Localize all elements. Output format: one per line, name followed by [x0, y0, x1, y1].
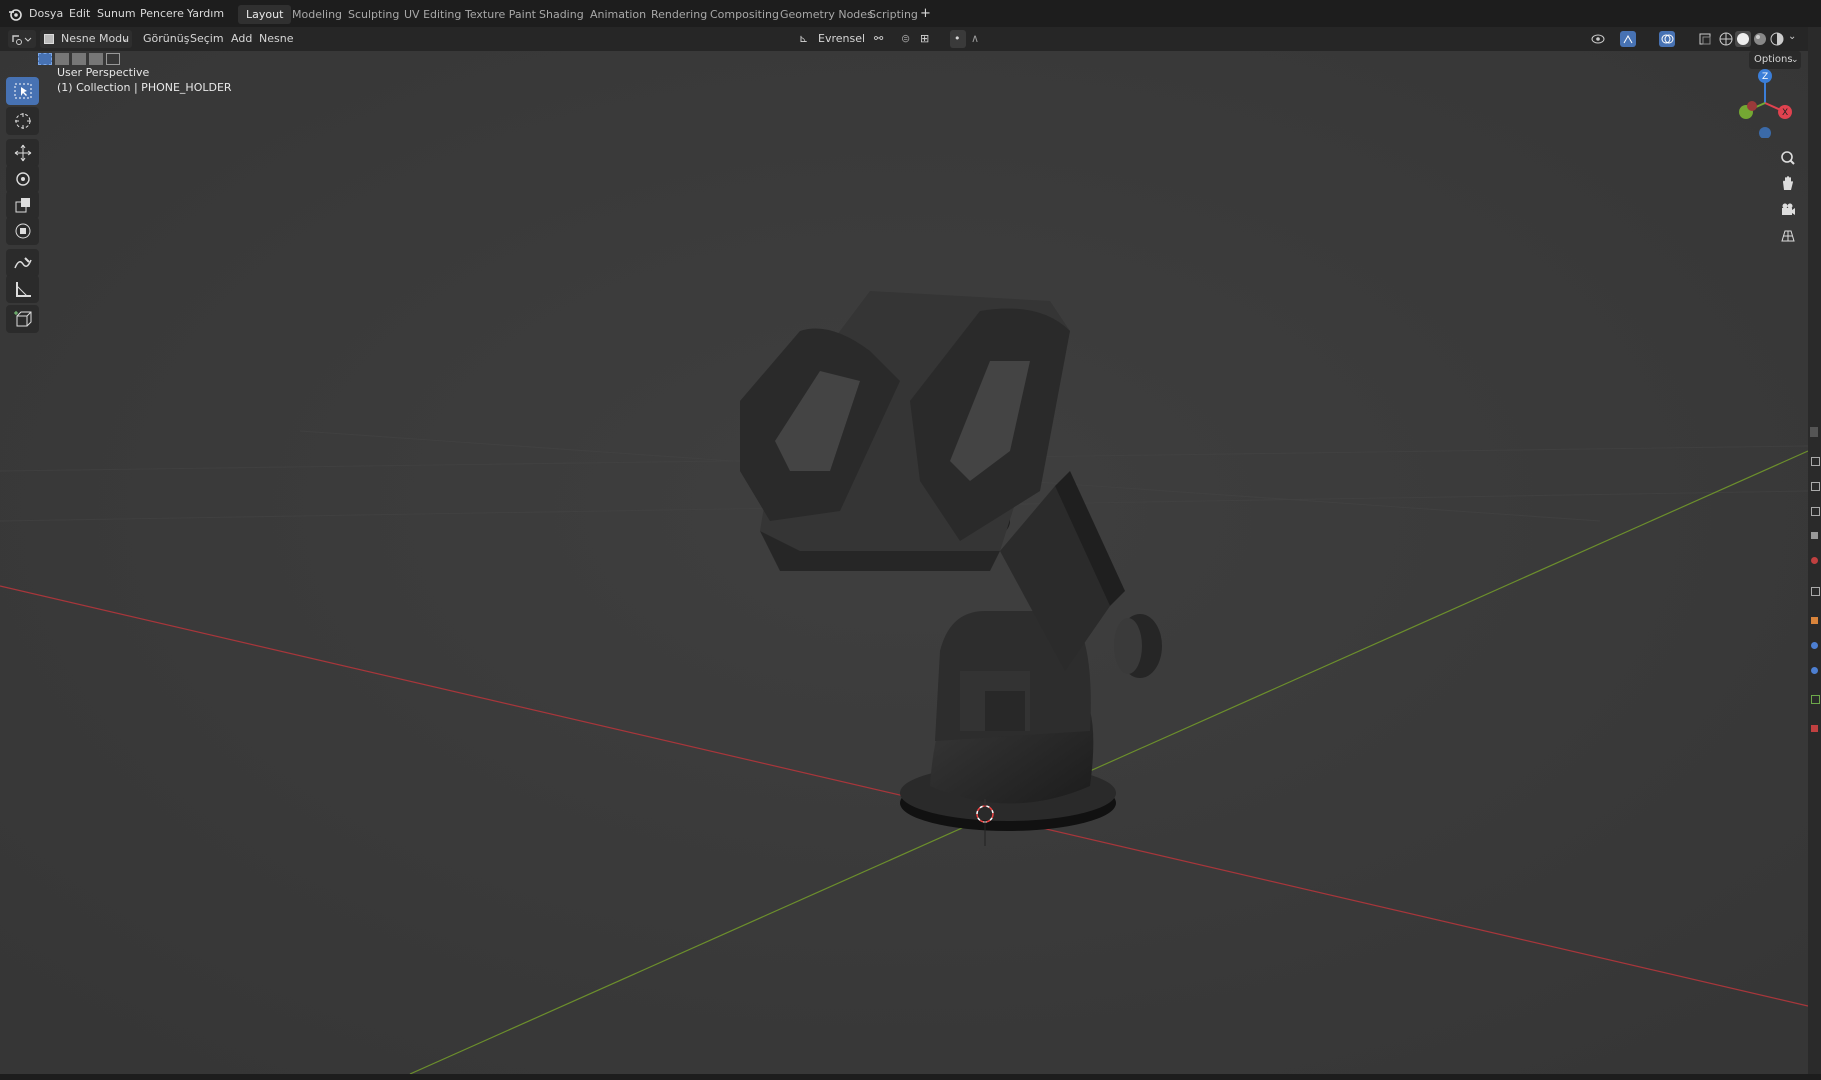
solid-shading-icon[interactable] [1735, 31, 1751, 47]
scene-tab-icon[interactable] [1811, 532, 1818, 539]
viewport-header: Nesne Modu ⌄ Görünüş Seçim Add Nesne ⊾ E… [0, 27, 1808, 51]
chevron-down-icon: ⌄ [121, 34, 129, 44]
material-shading-icon[interactable] [1752, 31, 1768, 47]
menu-render[interactable]: Sunum [97, 7, 136, 20]
cursor-tool[interactable] [6, 107, 39, 135]
gizmo-x-label: X [1782, 108, 1788, 118]
snap-target-dropdown[interactable]: ⊞ [918, 30, 942, 48]
falloff-dropdown[interactable]: ∧ [968, 30, 986, 48]
object-mode-icon [44, 34, 54, 44]
transform-orientation-dropdown[interactable]: ⊾ Evrensel [795, 30, 865, 48]
cursor-icon [15, 113, 31, 129]
select-extend-icon[interactable] [55, 53, 69, 65]
menu-view[interactable]: Görünüş [143, 32, 189, 45]
pan-button[interactable] [1776, 172, 1800, 196]
select-intersect-icon[interactable] [106, 53, 120, 65]
move-tool[interactable] [6, 139, 39, 167]
collection-label: (1) Collection | PHONE_HOLDER [57, 81, 232, 94]
menu-select[interactable]: Seçim [190, 32, 224, 45]
select-invert-icon[interactable] [89, 53, 103, 65]
menu-file[interactable]: Dosya [29, 7, 63, 20]
select-subtract-icon[interactable] [72, 53, 86, 65]
tab-scripting[interactable]: Scripting [861, 5, 926, 24]
camera-view-button[interactable] [1776, 198, 1800, 222]
tool-tab-icon[interactable] [1810, 427, 1818, 437]
properties-tab-strip [1808, 27, 1821, 1074]
status-bar [0, 1074, 1821, 1080]
add-cube-tool[interactable] [6, 305, 39, 333]
transform-tool[interactable] [6, 217, 39, 245]
menu-edit[interactable]: Edit [69, 7, 90, 20]
add-cube-icon [14, 311, 32, 327]
view-layer-tab-icon[interactable] [1811, 507, 1820, 516]
snap-toggle[interactable]: ⊜ [898, 30, 916, 48]
visibility-icon[interactable] [1590, 31, 1606, 47]
ortho-toggle-button[interactable] [1776, 224, 1800, 248]
snap-icon: ⊜ [901, 32, 911, 45]
wireframe-shading-icon[interactable] [1718, 31, 1734, 47]
object-tab-icon[interactable] [1811, 617, 1818, 624]
proportional-icon: • [954, 32, 961, 45]
gizmo-toggle-icon[interactable] [1620, 31, 1636, 47]
mode-dropdown[interactable]: Nesne Modu ⌄ [40, 30, 132, 48]
pivot-icon: ⚯ [874, 32, 884, 45]
scale-tool[interactable] [6, 191, 39, 219]
output-tab-icon[interactable] [1811, 482, 1820, 491]
menu-add[interactable]: Add [231, 32, 252, 45]
hand-icon [1783, 176, 1793, 190]
collection-tab-icon[interactable] [1811, 587, 1820, 596]
select-box-tool[interactable] [6, 77, 39, 105]
data-tab-icon[interactable] [1811, 725, 1818, 732]
snap-increment-icon: ⊞ [920, 32, 930, 45]
shading-options-chevron-icon[interactable]: ⌄ [1788, 31, 1804, 47]
particles-tab-icon[interactable] [1811, 667, 1818, 674]
world-tab-icon[interactable] [1811, 557, 1818, 564]
chevron-down-icon: ⌄ [1791, 55, 1799, 65]
scale-icon [15, 198, 30, 213]
rotate-icon [16, 172, 30, 186]
orientation-icon: ⊾ [799, 32, 809, 45]
navigation-gizmo[interactable]: Z X [1730, 68, 1800, 138]
pivot-point-dropdown[interactable]: ⚯ [870, 30, 894, 48]
mode-label: Nesne Modu [61, 32, 130, 45]
xray-toggle-icon[interactable] [1697, 31, 1713, 47]
rotate-tool[interactable] [6, 165, 39, 193]
proportional-edit-toggle[interactable]: • [950, 30, 966, 48]
view-perspective-label: User Perspective [57, 66, 150, 79]
zoom-button[interactable] [1776, 146, 1800, 170]
viewport-scene [0, 51, 1808, 1074]
zoom-icon [1781, 151, 1795, 165]
modifier-tab-icon[interactable] [1811, 642, 1818, 649]
gizmo-z-label: Z [1762, 72, 1768, 82]
select-new-icon[interactable] [38, 53, 52, 65]
physics-tab-icon[interactable] [1811, 695, 1820, 704]
options-dropdown[interactable]: Options ⌄ [1749, 51, 1801, 69]
grid-icon [1781, 230, 1795, 242]
annotate-tool[interactable] [6, 249, 39, 277]
blender-logo-icon[interactable] [8, 6, 22, 21]
annotate-icon [14, 257, 32, 269]
3d-viewport[interactable]: User Perspective (1) Collection | PHONE_… [0, 51, 1808, 1074]
editor-type-icon [12, 35, 32, 45]
select-box-icon [14, 83, 32, 99]
menu-help[interactable]: Yardım [187, 7, 224, 20]
camera-icon [1782, 203, 1795, 215]
overlay-toggle-icon[interactable] [1659, 31, 1675, 47]
render-tab-icon[interactable] [1811, 457, 1820, 466]
rendered-shading-icon[interactable] [1769, 31, 1785, 47]
move-icon [14, 144, 32, 162]
measure-tool[interactable] [6, 275, 39, 303]
transform-icon [15, 223, 31, 239]
top-menu-bar: Dosya Edit Sunum Pencere Yardım Layout M… [0, 0, 1821, 27]
measure-icon [16, 282, 31, 297]
menu-object[interactable]: Nesne [259, 32, 293, 45]
options-label: Options [1754, 54, 1793, 65]
menu-window[interactable]: Pencere [140, 7, 184, 20]
select-mode-group [38, 51, 120, 67]
falloff-icon: ∧ [971, 32, 980, 45]
editor-type-button[interactable] [8, 30, 36, 48]
add-workspace-button[interactable]: + [920, 6, 931, 21]
orientation-label: Evrensel [818, 32, 866, 45]
